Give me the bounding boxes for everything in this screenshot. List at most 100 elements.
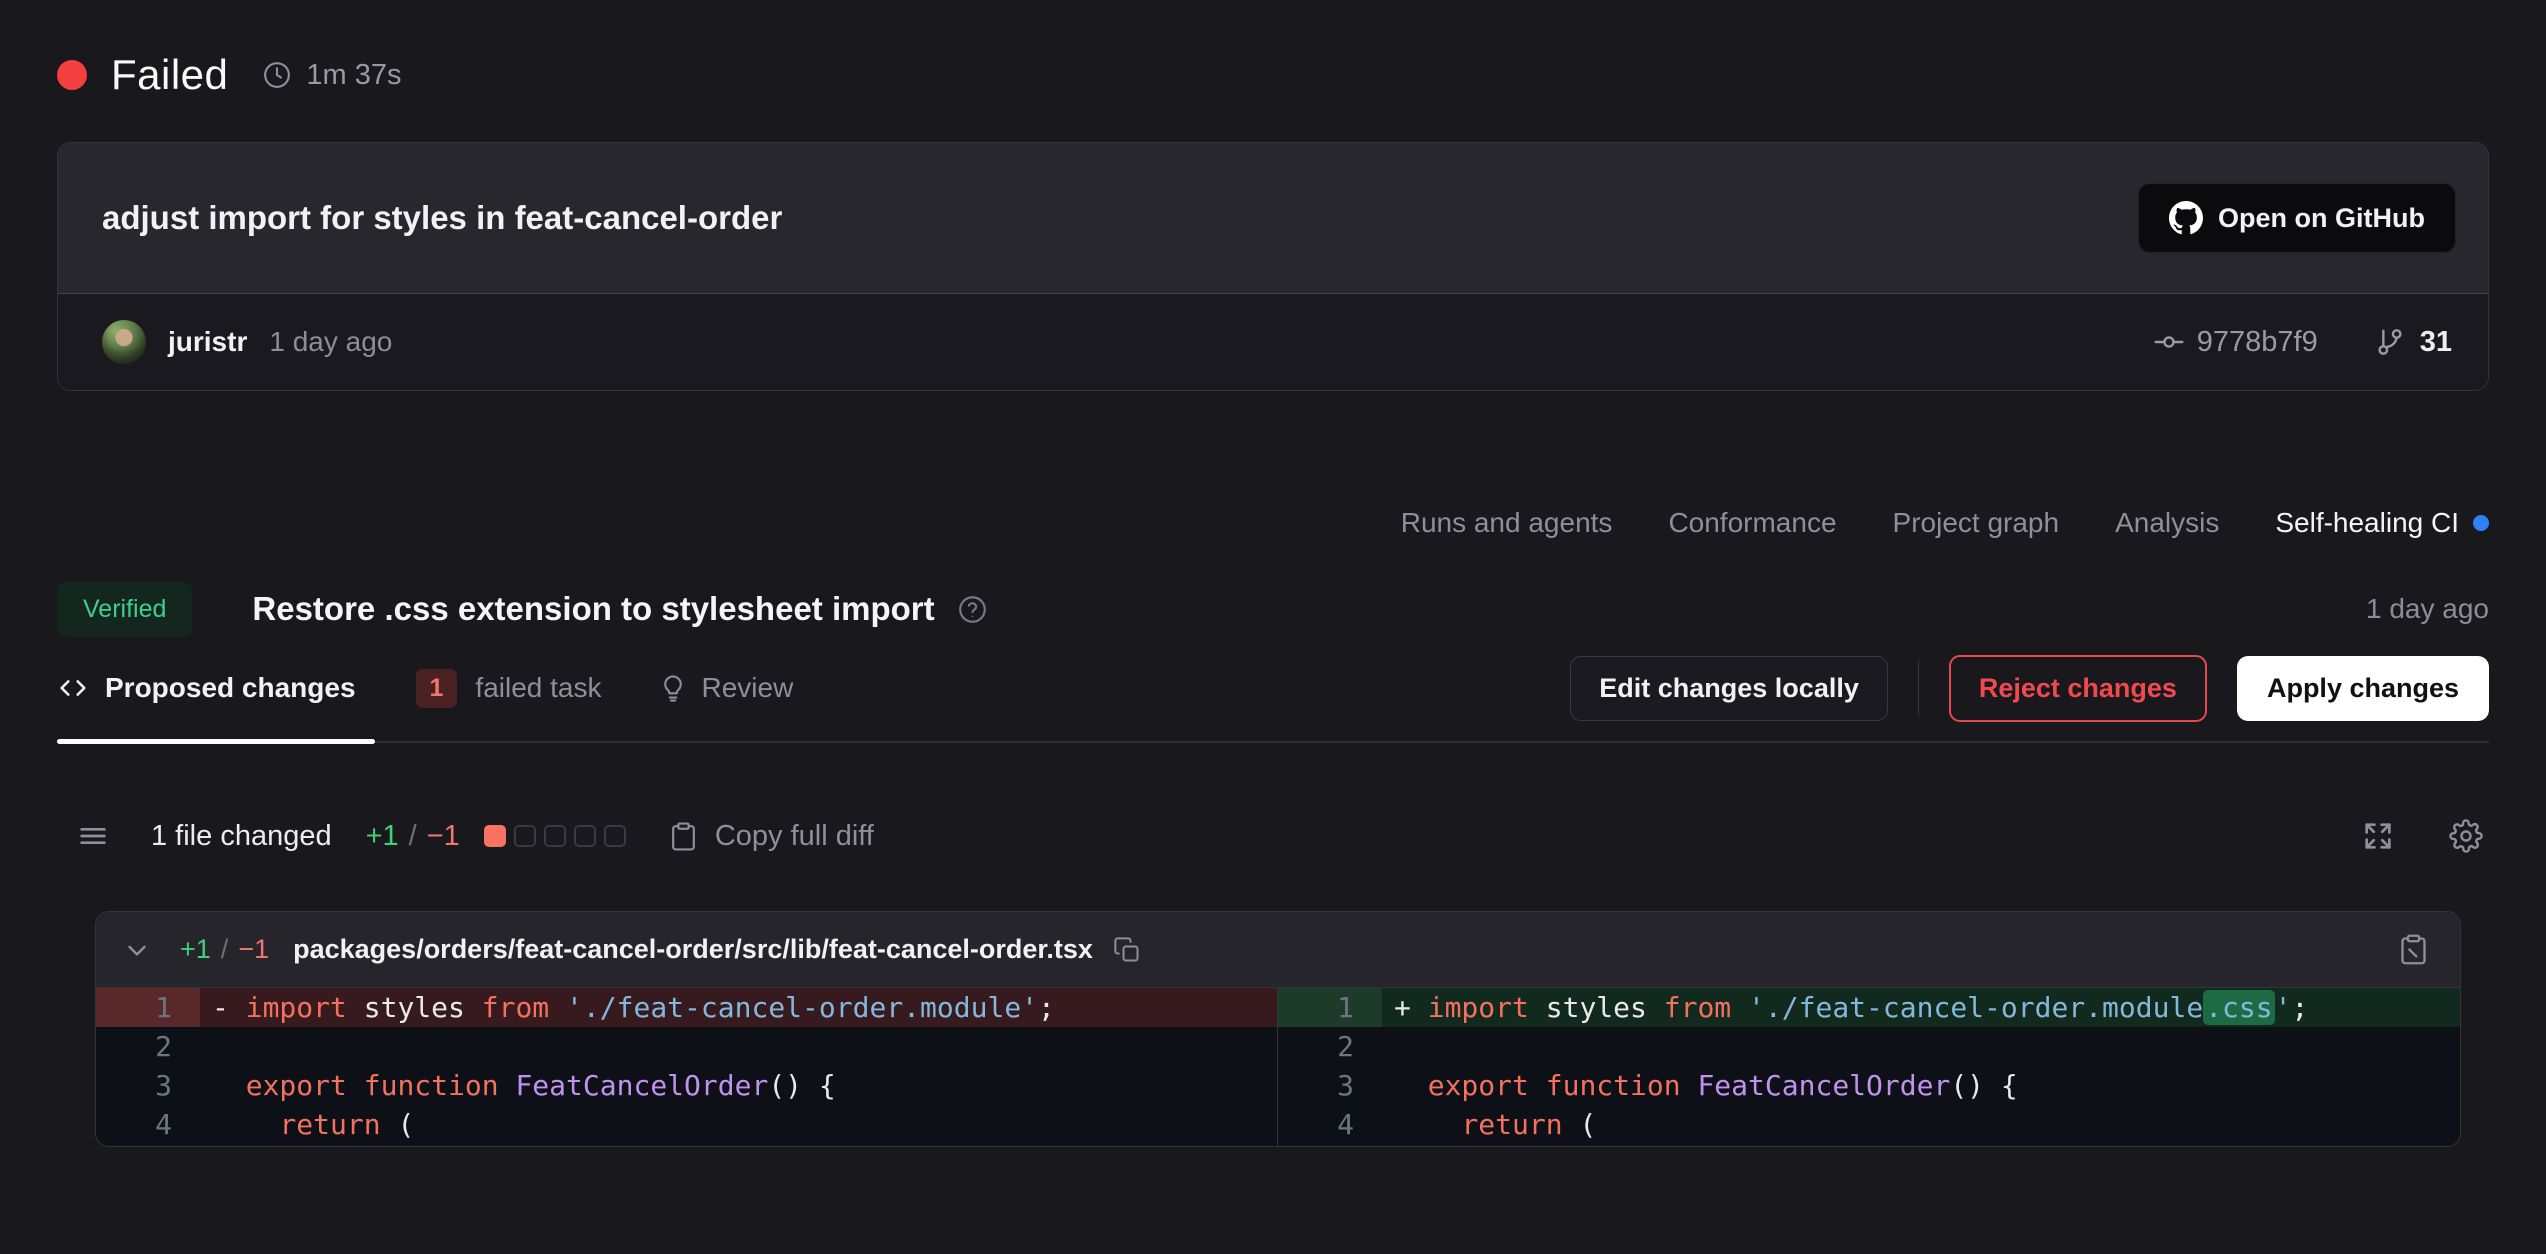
line-number: 4 xyxy=(96,1105,200,1144)
fix-actions: Edit changes locally Reject changes Appl… xyxy=(1570,655,2489,722)
commit-card: adjust import for styles in feat-cancel-… xyxy=(57,142,2489,391)
diffstat-squares xyxy=(484,825,626,847)
failed-task-count-badge: 1 xyxy=(416,669,458,708)
line-number: 3 xyxy=(96,1066,200,1105)
author-avatar[interactable] xyxy=(102,320,146,364)
tabs-underline xyxy=(57,739,2489,743)
stat-separator: / xyxy=(409,820,417,853)
open-on-github-button[interactable]: Open on GitHub xyxy=(2138,183,2456,253)
tabs-rule-line xyxy=(57,741,2489,743)
run-status-label: Failed xyxy=(111,51,228,99)
active-tab-indicator xyxy=(57,739,375,744)
code-line: 4 return ( xyxy=(1278,1105,2460,1144)
code-content xyxy=(1382,1027,2460,1066)
apply-changes-button[interactable]: Apply changes xyxy=(2237,656,2489,721)
tab-proposed-changes[interactable]: Proposed changes xyxy=(57,672,356,704)
files-changed-summary: 1 file changed xyxy=(151,820,332,853)
code-line: 2 xyxy=(1278,1027,2460,1066)
actions-divider xyxy=(1918,661,1919,715)
deletions-count: −1 xyxy=(427,820,460,853)
git-commit-icon xyxy=(2153,326,2185,358)
open-on-github-label: Open on GitHub xyxy=(2218,203,2425,234)
help-icon[interactable] xyxy=(957,594,988,625)
file-deletions-count: −1 xyxy=(238,934,269,965)
additions-count: +1 xyxy=(366,820,399,853)
line-number: 1 xyxy=(96,988,200,1027)
diffstat-square-empty xyxy=(604,825,626,847)
diff-split-view: 1- import styles from './feat-cancel-ord… xyxy=(96,988,2460,1146)
run-duration: 1m 37s xyxy=(306,59,401,92)
tab-review-label: Review xyxy=(702,672,794,704)
code-line: 4 return ( xyxy=(96,1105,1277,1144)
nav-project-graph[interactable]: Project graph xyxy=(1893,507,2060,539)
code-content: - import styles from './feat-cancel-orde… xyxy=(200,988,1277,1027)
fix-title: Restore .css extension to stylesheet imp… xyxy=(252,590,934,628)
commit-meta-right: 9778b7f9 31 xyxy=(2153,326,2452,359)
code-line: 2 xyxy=(96,1027,1277,1066)
gear-icon[interactable] xyxy=(2449,819,2483,853)
commit-title-row: adjust import for styles in feat-cancel-… xyxy=(58,143,2488,293)
nav-self-healing-ci[interactable]: Self-healing CI xyxy=(2275,507,2489,539)
branch-count-group[interactable]: 31 xyxy=(2374,326,2452,359)
expand-fullscreen-icon[interactable] xyxy=(2361,819,2395,853)
code-content: return ( xyxy=(1382,1105,2460,1144)
chevron-down-icon[interactable] xyxy=(122,935,152,965)
code-line: 1+ import styles from './feat-cancel-ord… xyxy=(1278,988,2460,1027)
code-line: 1- import styles from './feat-cancel-ord… xyxy=(96,988,1277,1027)
verified-badge: Verified xyxy=(57,582,192,637)
git-branch-icon xyxy=(2374,326,2406,358)
tab-failed-task[interactable]: 1 failed task xyxy=(416,669,602,708)
commit-timestamp: 1 day ago xyxy=(269,326,392,358)
line-number: 3 xyxy=(1278,1066,1382,1105)
reject-changes-button[interactable]: Reject changes xyxy=(1949,655,2207,722)
diff-pane-after: 1+ import styles from './feat-cancel-ord… xyxy=(1278,988,2460,1146)
line-number: 2 xyxy=(1278,1027,1382,1066)
commit-message: adjust import for styles in feat-cancel-… xyxy=(102,199,782,237)
file-list-menu-icon[interactable] xyxy=(77,820,109,852)
lightbulb-icon xyxy=(658,673,688,703)
diff-file-card: +1 / −1 packages/orders/feat-cancel-orde… xyxy=(95,911,2461,1147)
code-content xyxy=(200,1027,1277,1066)
nav-self-healing-ci-label: Self-healing CI xyxy=(2275,507,2459,539)
fix-timestamp: 1 day ago xyxy=(2366,593,2489,625)
file-additions-count: +1 xyxy=(180,934,211,965)
diffstat-square-filled xyxy=(484,825,506,847)
file-stat-separator: / xyxy=(221,934,229,965)
notification-dot xyxy=(2473,515,2489,531)
line-number: 1 xyxy=(1278,988,1382,1027)
code-content: return ( xyxy=(200,1105,1277,1144)
code-icon xyxy=(57,672,89,704)
workspace-nav: Runs and agents Conformance Project grap… xyxy=(57,503,2489,543)
diff-pane-before: 1- import styles from './feat-cancel-ord… xyxy=(96,988,1278,1146)
diff-file-header: +1 / −1 packages/orders/feat-cancel-orde… xyxy=(96,912,2460,988)
github-icon xyxy=(2169,201,2203,235)
failed-status-icon xyxy=(57,60,87,90)
edit-changes-locally-button[interactable]: Edit changes locally xyxy=(1570,656,1888,721)
copy-file-diff-icon[interactable] xyxy=(2397,933,2430,966)
line-number: 4 xyxy=(1278,1105,1382,1144)
run-status-header: Failed 1m 37s xyxy=(57,46,2489,104)
diff-toolbar-right xyxy=(2361,819,2483,853)
copy-full-diff-button[interactable]: Copy full diff xyxy=(668,820,874,853)
commit-hash-group[interactable]: 9778b7f9 xyxy=(2153,326,2318,359)
nav-analysis[interactable]: Analysis xyxy=(2115,507,2219,539)
diffstat-square-empty xyxy=(574,825,596,847)
clock-icon xyxy=(262,60,292,90)
nav-conformance[interactable]: Conformance xyxy=(1668,507,1836,539)
file-diff-stat: +1 / −1 xyxy=(180,934,269,965)
nav-runs-and-agents[interactable]: Runs and agents xyxy=(1401,507,1613,539)
self-healing-ci-page: Failed 1m 37s adjust import for styles i… xyxy=(0,0,2546,1254)
file-path: packages/orders/feat-cancel-order/src/li… xyxy=(293,934,1093,965)
tab-proposed-changes-label: Proposed changes xyxy=(105,672,356,704)
copy-full-diff-label: Copy full diff xyxy=(715,820,874,853)
code-content: + import styles from './feat-cancel-orde… xyxy=(1382,988,2460,1027)
tab-review[interactable]: Review xyxy=(658,672,794,704)
diff-toolbar: 1 file changed +1 / −1 Copy full diff xyxy=(57,799,2489,873)
diff-stat-summary: +1 / −1 xyxy=(366,820,460,853)
fix-section-header: Verified Restore .css extension to style… xyxy=(57,579,2489,639)
clipboard-icon xyxy=(668,821,699,852)
code-content: export function FeatCancelOrder() { xyxy=(200,1066,1277,1105)
author-name: juristr xyxy=(168,326,247,358)
copy-file-path-icon[interactable] xyxy=(1113,936,1141,964)
tab-failed-task-label: failed task xyxy=(475,672,601,704)
